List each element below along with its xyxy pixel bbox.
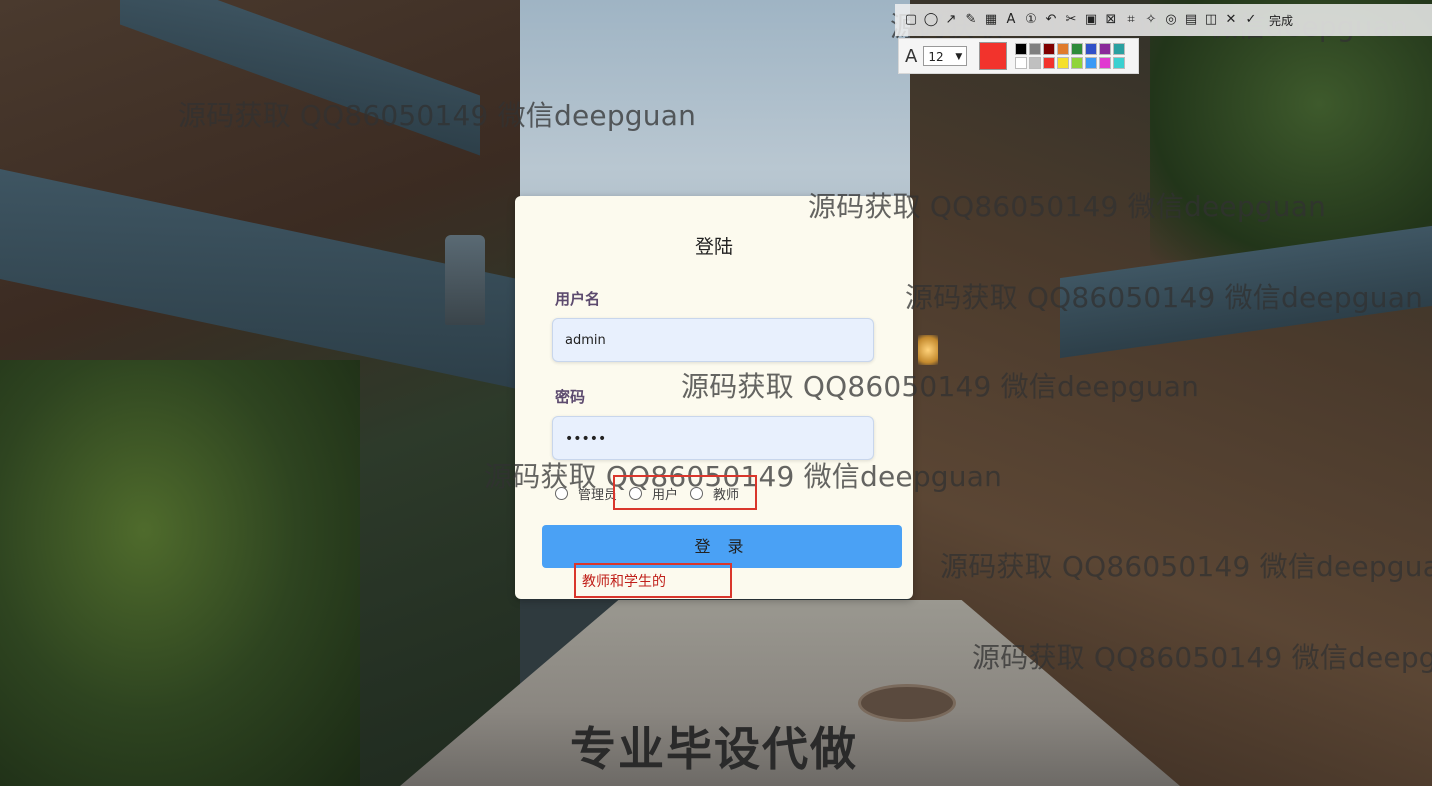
color-swatch[interactable] xyxy=(1085,57,1098,69)
save-icon[interactable]: ▤ xyxy=(1183,12,1199,28)
arrow-icon[interactable]: ↗ xyxy=(943,12,959,28)
color-swatch[interactable] xyxy=(1057,43,1070,55)
color-swatch[interactable] xyxy=(1015,43,1028,55)
color-swatch[interactable] xyxy=(1071,57,1084,69)
text-icon[interactable]: A xyxy=(1003,12,1019,28)
font-icon: A xyxy=(905,45,918,67)
text-style-bar: A 12 ▼ xyxy=(898,38,1139,74)
color-swatch[interactable] xyxy=(1029,57,1042,69)
annotation-rect xyxy=(613,475,757,510)
chevron-down-icon: ▼ xyxy=(955,52,963,62)
font-size-select[interactable]: 12 ▼ xyxy=(923,46,968,66)
pin-icon[interactable]: ▣ xyxy=(1083,12,1099,28)
color-swatch[interactable] xyxy=(1113,43,1126,55)
pen-icon[interactable]: ✎ xyxy=(963,12,979,28)
ellipse-icon[interactable]: ◯ xyxy=(923,12,939,28)
star-icon[interactable]: ✧ xyxy=(1143,12,1159,28)
color-swatch[interactable] xyxy=(1043,43,1056,55)
color-palette xyxy=(1015,43,1126,69)
username-input[interactable]: admin xyxy=(552,318,874,362)
undo-icon[interactable]: ↶ xyxy=(1043,12,1059,28)
background-tree xyxy=(1150,0,1432,260)
role-radio-admin[interactable] xyxy=(555,487,568,500)
color-swatch[interactable] xyxy=(1099,57,1112,69)
role-label-admin: 管理员 xyxy=(578,488,618,503)
background-lamp xyxy=(918,335,938,365)
banner-text: 专业毕设代做 xyxy=(570,722,858,776)
password-label: 密码 xyxy=(555,388,586,406)
font-size-value: 12 xyxy=(928,50,944,64)
color-swatch[interactable] xyxy=(1057,57,1070,69)
sequence-icon[interactable]: ① xyxy=(1023,12,1039,28)
background-foliage xyxy=(0,360,360,786)
translate-icon[interactable]: ⊠ xyxy=(1103,12,1119,28)
close-icon[interactable]: ✕ xyxy=(1223,12,1239,28)
username-label: 用户名 xyxy=(555,290,601,308)
login-card: 登陆 用户名 admin 密码 ••••• 管理员 用户 教师 登 录 xyxy=(515,196,913,599)
rect-icon[interactable]: ▢ xyxy=(903,12,919,28)
annotation-note: 教师和学生的 xyxy=(582,574,666,590)
color-swatch[interactable] xyxy=(1015,57,1028,69)
mosaic-icon[interactable]: ▦ xyxy=(983,12,999,28)
current-color-swatch[interactable] xyxy=(979,42,1008,70)
login-button[interactable]: 登 录 xyxy=(542,525,902,568)
background-manhole xyxy=(858,684,956,722)
background-lantern xyxy=(445,235,485,325)
crop-icon[interactable]: ✂ xyxy=(1063,12,1079,28)
screenshot-toolbar: ▢ ◯ ↗ ✎ ▦ A ① ↶ ✂ ▣ ⊠ ⌗ ✧ ◎ ▤ ◫ ✕ ✓ 完成 xyxy=(895,4,1432,36)
check-icon[interactable]: ✓ xyxy=(1243,12,1259,28)
color-swatch[interactable] xyxy=(1043,57,1056,69)
ocr-icon[interactable]: ⌗ xyxy=(1123,12,1139,28)
copy-icon[interactable]: ◫ xyxy=(1203,12,1219,28)
color-swatch[interactable] xyxy=(1029,43,1042,55)
color-swatch[interactable] xyxy=(1113,57,1126,69)
color-swatch[interactable] xyxy=(1099,43,1112,55)
done-button[interactable]: 完成 xyxy=(1269,12,1293,29)
color-swatch[interactable] xyxy=(1085,43,1098,55)
record-icon[interactable]: ◎ xyxy=(1163,12,1179,28)
login-title: 登陆 xyxy=(694,236,733,258)
color-swatch[interactable] xyxy=(1071,43,1084,55)
password-input[interactable]: ••••• xyxy=(552,416,874,460)
